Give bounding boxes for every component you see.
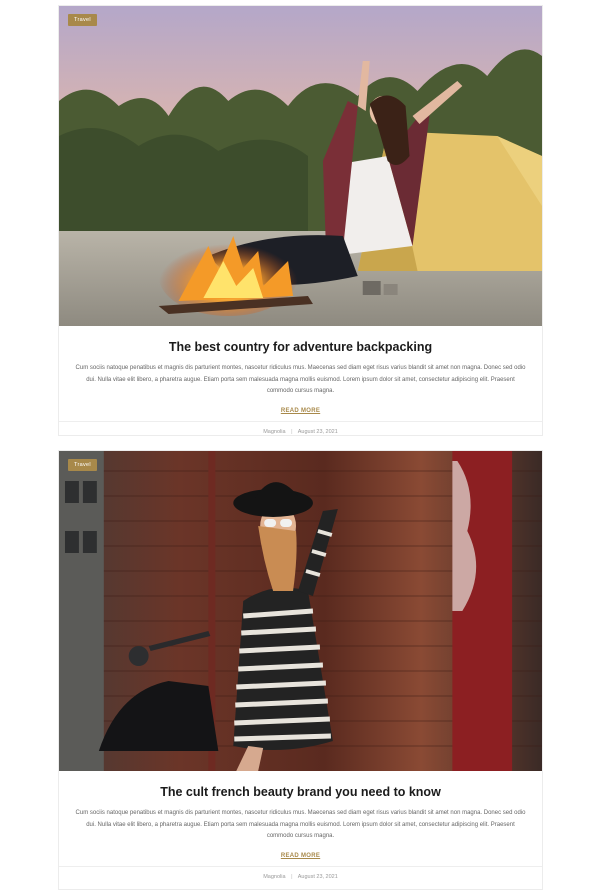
category-badge[interactable]: Travel: [68, 14, 97, 26]
read-more-link[interactable]: READ MORE: [59, 853, 542, 859]
post-meta: Magnolia | August 23, 2021: [59, 422, 542, 435]
post-date: August 23, 2021: [297, 428, 338, 435]
post-meta: Magnolia | August 23, 2021: [59, 867, 542, 880]
post-author[interactable]: Magnolia: [263, 429, 285, 435]
post-image[interactable]: Travel: [59, 451, 542, 771]
blog-feed: Travel The best country for adventure ba…: [0, 0, 600, 890]
post-title[interactable]: The cult french beauty brand you need to…: [59, 771, 542, 799]
post-image[interactable]: Travel: [59, 6, 542, 326]
read-more-link[interactable]: READ MORE: [59, 408, 542, 414]
post-card: Travel The best country for adventure ba…: [58, 5, 543, 436]
post-image-street-fashion: [59, 451, 542, 771]
post-excerpt: Cum sociis natoque penatibus et magnis d…: [75, 810, 526, 839]
post-card: Travel The cult french beauty brand you …: [58, 450, 543, 890]
post-excerpt: Cum sociis natoque penatibus et magnis d…: [75, 365, 526, 394]
post-title[interactable]: The best country for adventure backpacki…: [59, 326, 542, 354]
post-image-campfire: [59, 6, 542, 326]
meta-separator: |: [291, 428, 293, 435]
category-badge[interactable]: Travel: [68, 459, 97, 471]
